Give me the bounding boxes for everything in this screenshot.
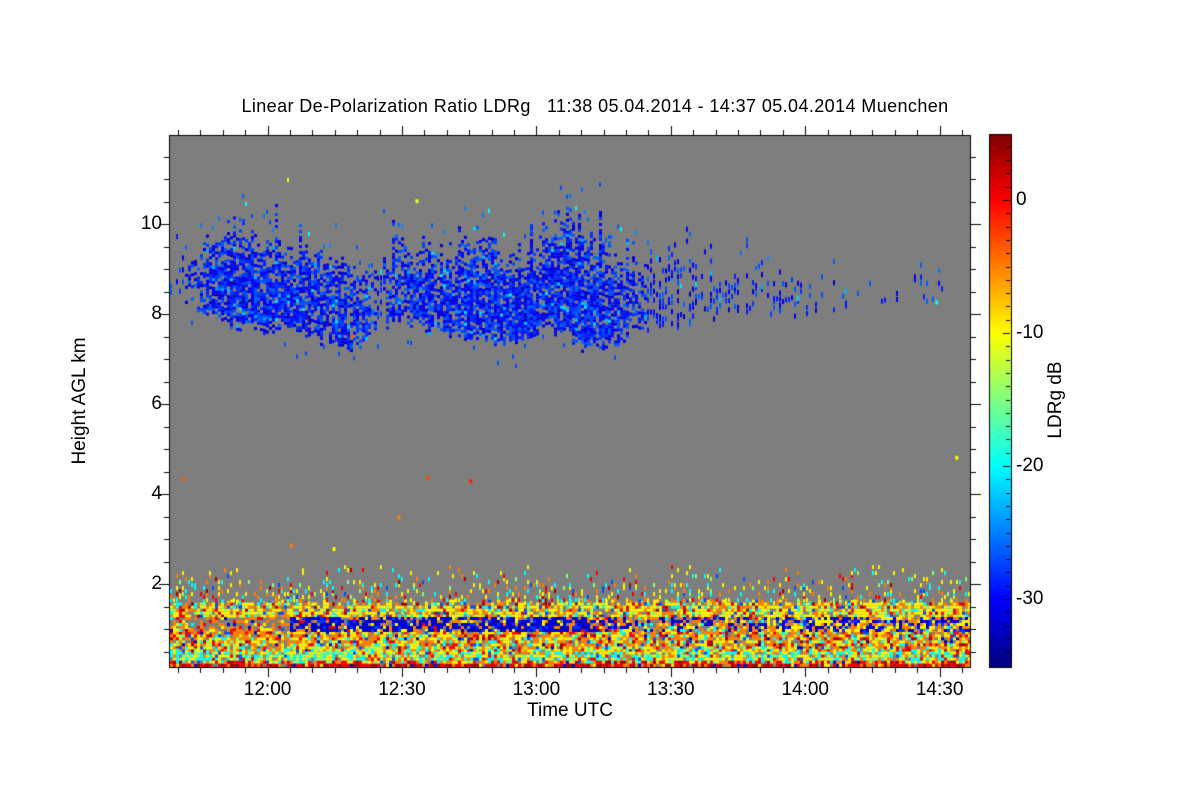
x-tick-label: 14:30	[915, 679, 964, 700]
x-tick-label: 12:00	[243, 679, 292, 700]
y-tick-label: 6	[151, 393, 162, 414]
x-axis-label: Time UTC	[527, 700, 613, 721]
chart-title: Linear De-Polarization Ratio LDRg 11:38 …	[241, 96, 949, 116]
colorbar-tick-label: 0	[1016, 189, 1027, 210]
heatmap-canvas	[0, 0, 1200, 800]
x-tick-label: 12:30	[378, 679, 426, 700]
colorbar-label: LDRg dB	[1045, 361, 1066, 439]
x-tick-label: 14:00	[781, 679, 829, 700]
y-tick-label: 4	[151, 483, 162, 504]
ldr-time-height-figure: Linear De-Polarization Ratio LDRg 11:38 …	[0, 0, 1200, 800]
y-tick-label: 10	[140, 213, 162, 234]
x-tick-label: 13:00	[512, 679, 561, 700]
colorbar-tick-label: -20	[1016, 455, 1044, 476]
colorbar-tick-label: -30	[1016, 588, 1044, 609]
colorbar-tick-label: -10	[1016, 322, 1044, 343]
x-tick-label: 13:30	[647, 679, 695, 700]
y-tick-label: 2	[151, 573, 162, 594]
y-axis-label: Height AGL km	[69, 337, 90, 465]
y-tick-label: 8	[151, 303, 162, 324]
